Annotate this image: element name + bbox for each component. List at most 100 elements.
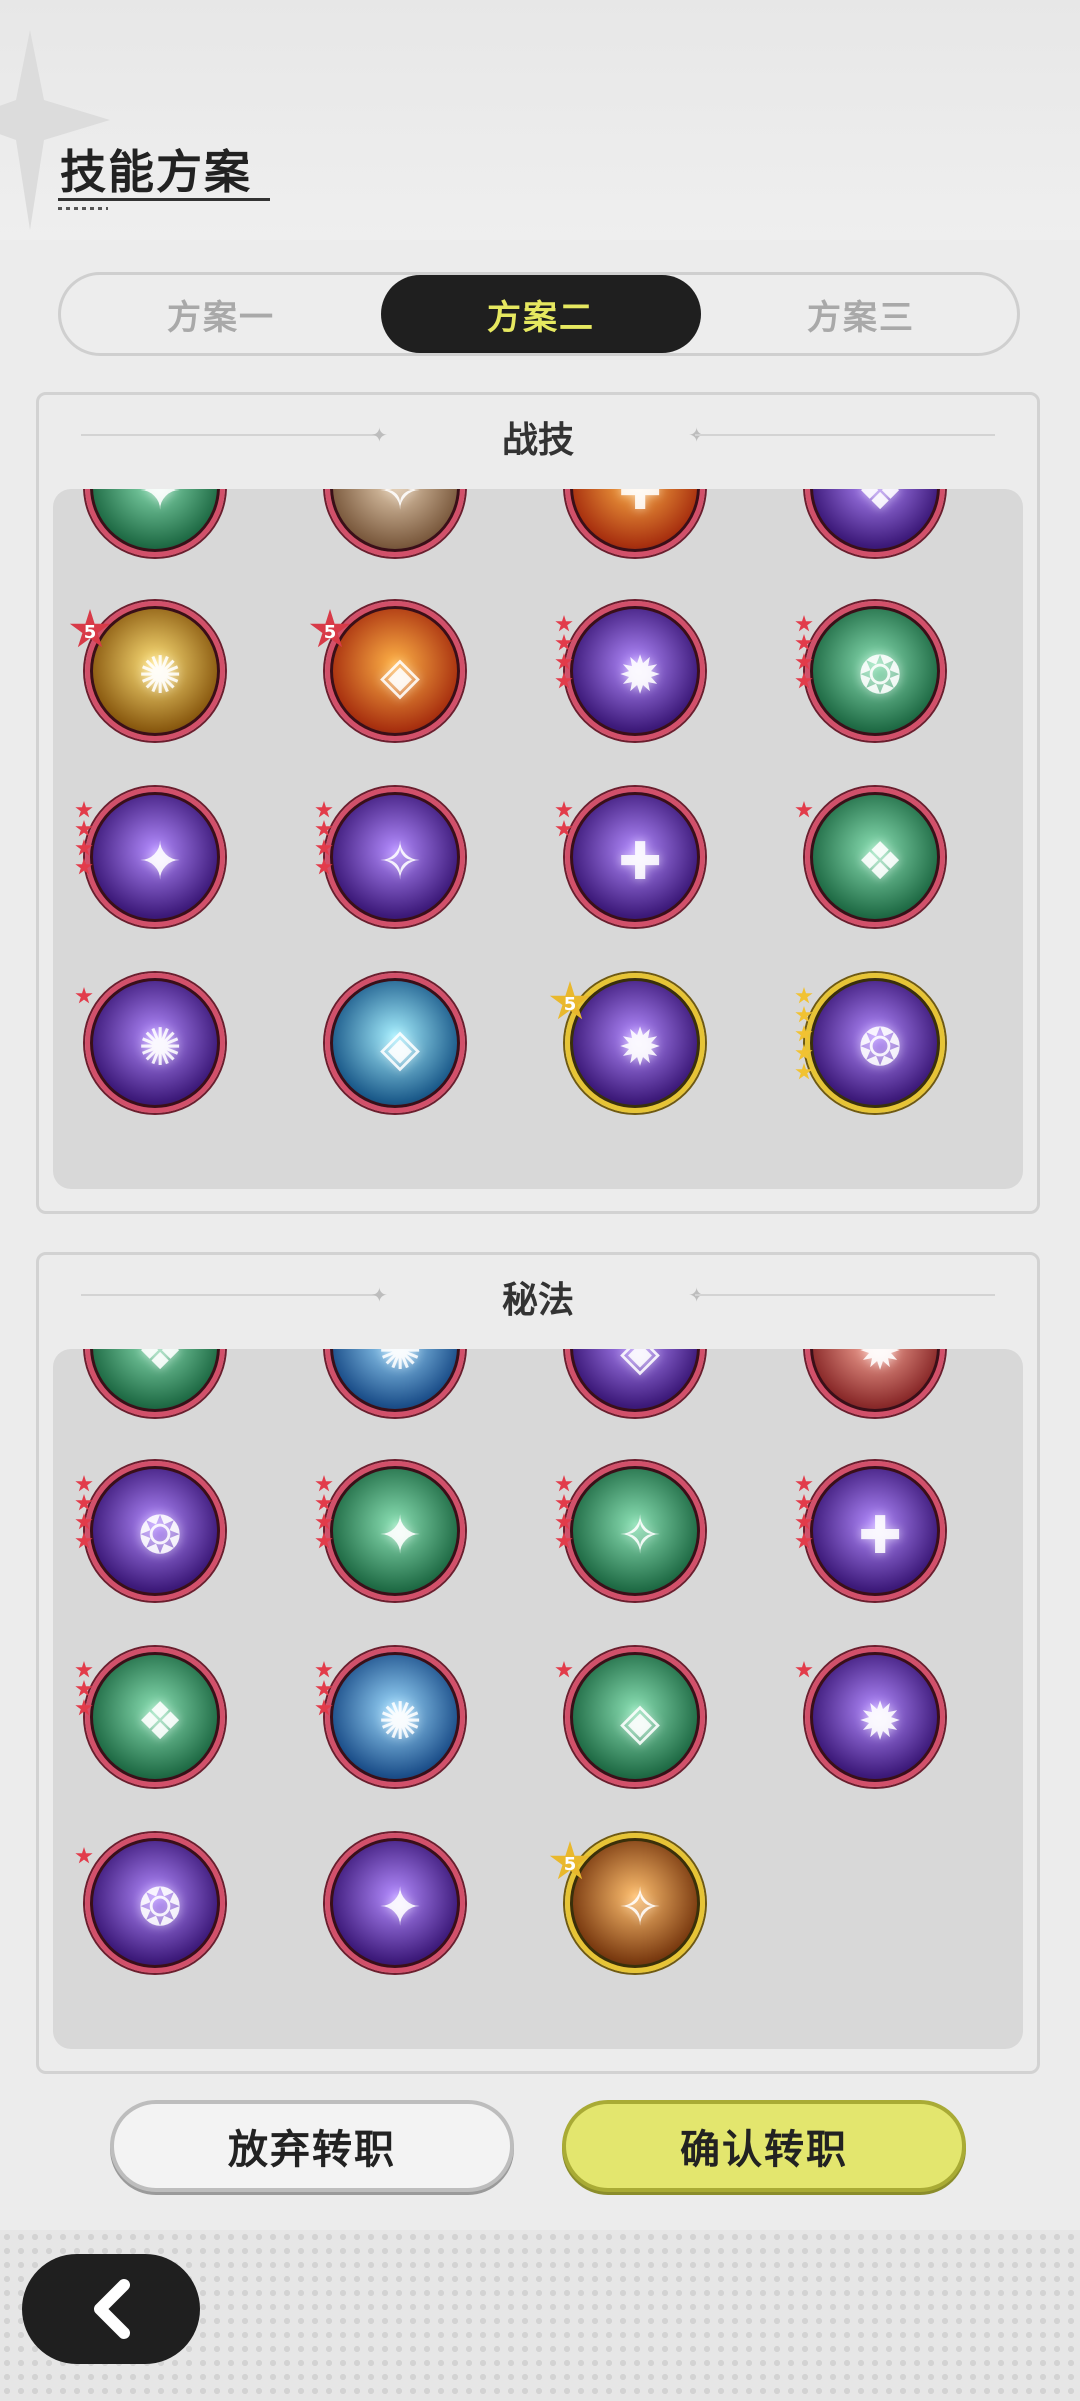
skill-glyph: ✺ [138,1018,182,1078]
skill-glyph: ✦ [378,1506,422,1566]
skill-glyph: ❖ [856,489,904,522]
golden-sparkle-skill-icon: ✺ [85,601,225,741]
skill-slot[interactable]: ❖ [75,1647,225,1787]
skill-slot[interactable]: ❖ [85,1349,225,1417]
star-icon [795,1475,813,1492]
skill-slot[interactable]: ❂ [795,601,945,741]
skill-slot[interactable]: ❖ [795,787,945,927]
skill-slot[interactable]: ✚ [555,787,705,927]
skill-grid[interactable]: ✦ ✧ ✚ ❖ ✺ 5 ◈ 5 ✹ ❂ ✦ ✧ ✚ ❖ ✺ ◈ ✹ 5 ❂ [53,489,1023,1189]
page-title: 技能方案 [60,145,252,199]
tree-stump-skill-icon: ✹ [565,601,705,741]
star-icon [555,1661,573,1678]
star-icon [795,1006,813,1023]
skill-grid[interactable]: ❖ ✺ ◈ ✹ ❂ ✦ ✧ ✚ ❖ ✺ ◈ ✹ ❂ ✦ ✧ 5 [53,1349,1023,2049]
header-divider [695,1294,995,1296]
star-icon [75,1699,93,1716]
panel-header: ✦ 秘法 ✦ [39,1255,1037,1335]
skill-glyph: ✚ [618,832,662,892]
star-icon [555,1532,573,1549]
tab-plan-1[interactable]: 方案一 [61,275,381,353]
skill-slot[interactable]: ◈ [565,1349,705,1417]
amber-orb-skill-icon: ✧ [565,1833,705,1973]
skill-slot[interactable]: ✧ 5 [549,1833,705,1973]
back-button[interactable] [22,2254,200,2364]
skill-slot[interactable]: ✦ [315,1461,465,1601]
star-icon [315,820,333,837]
skill-slot[interactable]: ❂ [75,1833,225,1973]
rarity-stars [795,1475,817,1551]
purple-figure-skill-icon: ✚ [805,1461,945,1601]
skill-glyph: ❖ [136,1349,184,1382]
skill-glyph: ✺ [138,646,182,706]
panel-title: 秘法 [501,1280,574,1321]
star-icon [795,1661,813,1678]
star-icon [795,1063,813,1080]
skill-slot[interactable]: ◈ [555,1647,705,1787]
confirm-class-change-button[interactable]: 确认转职 [562,2100,966,2192]
skill-slot[interactable]: ✦ [325,1833,465,1973]
skill-glyph: ✧ [618,1878,662,1938]
star-icon [75,820,93,837]
purple-eye-skill-icon: ✦ [325,1833,465,1973]
purple-bell-skill-icon: ✺ [85,973,225,1113]
rarity-stars [315,1661,337,1718]
skill-slot[interactable]: ✺ 5 [69,601,225,741]
skill-slot[interactable]: ✚ [795,1461,945,1601]
star-icon [75,839,93,856]
green-rocks-skill-icon: ❖ [85,1647,225,1787]
purple-cross-skill-icon: ✹ [805,1647,945,1787]
rarity-stars [315,801,337,877]
blue-star-skill-icon: ✺ [325,1349,465,1417]
green-potion-skill-icon: ◈ [565,1647,705,1787]
skill-glyph: ✹ [618,1018,662,1078]
skill-slot[interactable]: ✹ 5 [549,973,705,1113]
skill-glyph: ✦ [378,1878,422,1938]
panel-title: 战技 [501,420,574,461]
green-slash-skill-icon: ✦ [85,489,225,557]
skill-slot[interactable]: ❖ [805,489,945,557]
rarity-stars [75,1475,97,1551]
skill-slot[interactable]: ◈ [325,973,465,1113]
skill-slot[interactable]: ❂ [795,973,945,1113]
tab-plan-2[interactable]: 方案二 [381,275,701,353]
skill-slot[interactable]: ✚ [565,489,705,557]
skill-slot[interactable]: ✹ [795,1647,945,1787]
star-icon [315,1680,333,1697]
skill-slot[interactable]: ✹ [805,1349,945,1417]
rock-fist-skill-icon: ✧ [325,489,465,557]
star-icon [315,1532,333,1549]
skill-slot[interactable]: ✧ [555,1461,705,1601]
skill-glyph: ❂ [138,1878,182,1938]
star-icon [315,839,333,856]
star-icon [795,615,813,632]
skill-slot[interactable]: ❂ [75,1461,225,1601]
abandon-class-change-button[interactable]: 放弃转职 [110,2100,514,2192]
skill-slot[interactable]: ✦ [75,787,225,927]
skill-slot[interactable]: ✺ [325,1349,465,1417]
green-shield-skill-icon: ✧ [565,1461,705,1601]
star-icon [795,653,813,670]
skill-slot[interactable]: ✧ [325,489,465,557]
rarity-stars [315,1475,337,1551]
star-icon [75,1847,93,1864]
star-icon [75,1661,93,1678]
skill-slot[interactable]: ✺ [315,1647,465,1787]
skill-slot[interactable]: ✦ [85,489,225,557]
skill-slot[interactable]: ✺ [75,973,225,1113]
skill-slot[interactable]: ◈ 5 [309,601,465,741]
star-icon [75,987,93,1004]
skill-glyph: ◈ [380,1018,420,1078]
star-icon [315,1513,333,1530]
title-underline [58,198,270,201]
plan-tabs: 方案一 方案二 方案三 [58,272,1020,356]
purple-comet-skill-icon: ✚ [565,787,705,927]
star-icon [75,858,93,875]
purple-swirl-skill-icon: ❂ [85,1461,225,1601]
rarity-stars [75,1847,97,1866]
skill-slot[interactable]: ✧ [315,787,465,927]
ice-golem-skill-icon: ◈ [325,973,465,1113]
skill-slot[interactable]: ✹ [555,601,705,741]
skill-glyph: ◈ [380,646,420,706]
tab-plan-3[interactable]: 方案三 [701,275,1021,353]
